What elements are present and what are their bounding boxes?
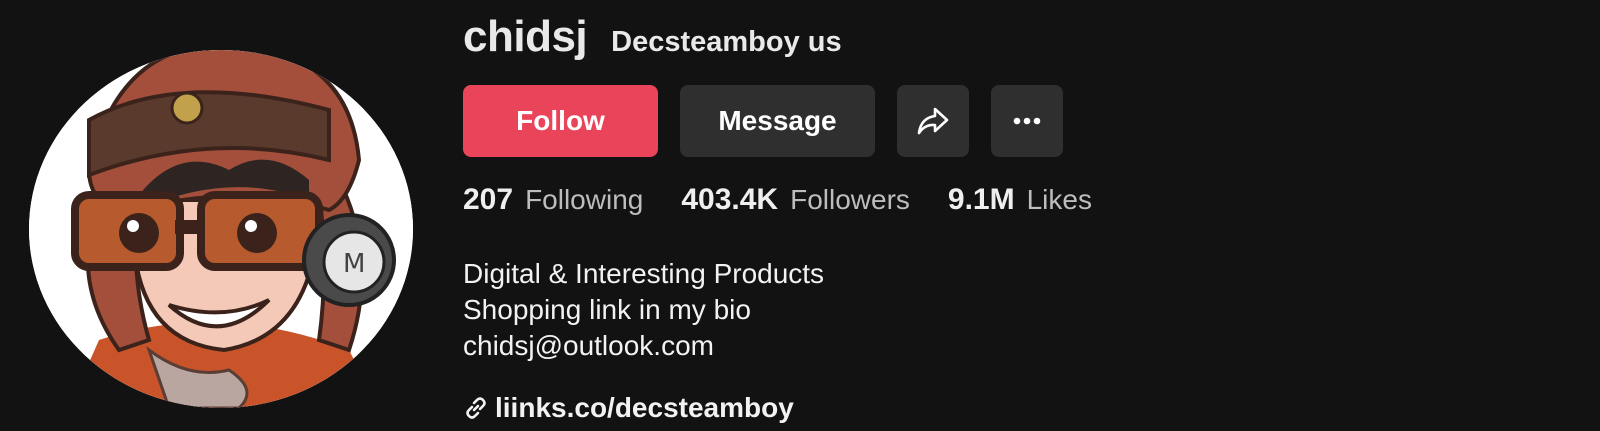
- share-icon: [917, 107, 949, 135]
- nickname: Decsteamboy us: [611, 26, 842, 58]
- svg-text:M: M: [343, 249, 365, 279]
- followers-count: 403.4K: [681, 183, 779, 216]
- bio-line: chidsj@outlook.com: [463, 330, 714, 361]
- following-count: 207: [463, 183, 514, 216]
- more-icon: [1013, 117, 1041, 125]
- link-icon: [466, 397, 486, 419]
- username: chidsj: [463, 12, 588, 61]
- likes-count: 9.1M: [947, 183, 1015, 216]
- followers-label: Followers: [790, 184, 910, 215]
- avatar-image: M: [29, 50, 413, 408]
- likes-stat: 9.1M Likes: [948, 183, 1092, 217]
- profile-link[interactable]: liinks.co/decsteamboy: [463, 392, 794, 424]
- bio: Digital & Interesting Products Shopping …: [463, 256, 824, 364]
- message-button[interactable]: Message: [680, 85, 875, 157]
- profile-link-text[interactable]: liinks.co/decsteamboy: [495, 392, 794, 424]
- follow-button[interactable]: Follow: [463, 85, 658, 157]
- bio-line: Digital & Interesting Products: [463, 258, 825, 289]
- avatar[interactable]: M: [29, 50, 413, 408]
- share-button[interactable]: [897, 85, 969, 157]
- followers-stat[interactable]: 403.4K Followers: [681, 183, 910, 217]
- following-label: Following: [525, 184, 644, 215]
- following-stat[interactable]: 207 Following: [463, 183, 643, 217]
- bio-line: Shopping link in my bio: [463, 294, 751, 325]
- likes-label: Likes: [1026, 184, 1092, 215]
- more-button[interactable]: [991, 85, 1063, 157]
